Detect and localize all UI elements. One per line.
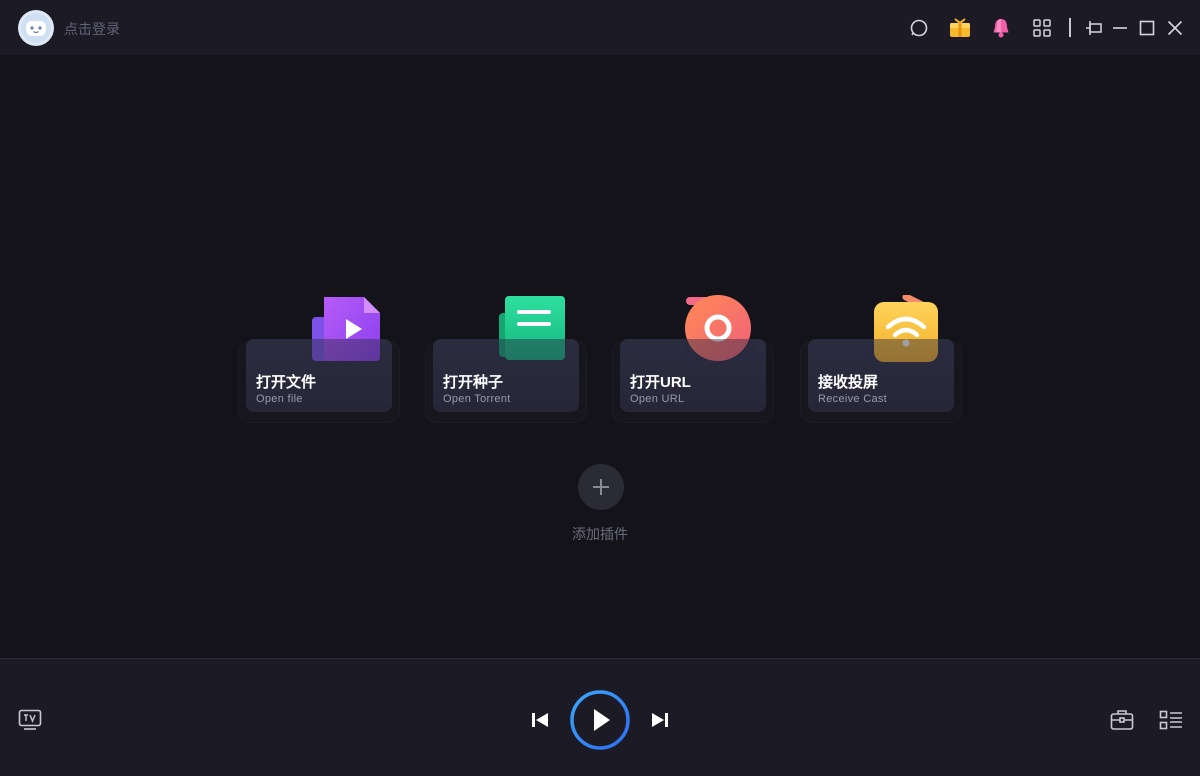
avatar[interactable] (18, 10, 54, 46)
player-bar (0, 658, 1200, 776)
card-subtitle: Open URL (630, 393, 685, 405)
title-divider (1069, 18, 1071, 37)
add-plugin-button[interactable] (578, 464, 624, 510)
apps-grid-icon[interactable] (1028, 14, 1056, 42)
card-title: 打开URL (630, 374, 691, 391)
card-subtitle: Receive Cast (818, 393, 888, 405)
bell-icon[interactable] (987, 14, 1015, 42)
toolbox-icon[interactable] (1109, 708, 1135, 732)
card-title: 打开文件 (256, 374, 317, 391)
pin-icon[interactable] (1080, 14, 1108, 42)
card-subtitle: Open Torrent (443, 393, 511, 405)
add-plugin-label: 添加插件 (572, 526, 628, 542)
login-link[interactable]: 点击登录 (64, 19, 120, 39)
next-icon[interactable] (648, 709, 672, 731)
tv-icon[interactable] (17, 708, 43, 732)
minimize-icon[interactable] (1106, 14, 1134, 42)
cast-wifi-icon (870, 293, 942, 365)
torrent-doc-icon (497, 295, 569, 365)
plus-icon (593, 479, 609, 495)
play-button[interactable] (570, 690, 630, 750)
search-icon[interactable] (905, 14, 933, 42)
video-file-icon (310, 295, 382, 365)
previous-icon[interactable] (528, 709, 552, 731)
card-title: 接收投屏 (818, 374, 879, 391)
gift-icon[interactable] (946, 14, 974, 42)
url-disc-icon (684, 295, 756, 365)
receive-cast-card[interactable]: 接收投屏 Receive Cast (800, 293, 962, 423)
playlist-icon[interactable] (1158, 708, 1184, 732)
card-title: 打开种子 (443, 374, 504, 391)
card-subtitle: Open file (256, 393, 303, 405)
open-file-card[interactable]: 打开文件 Open file (238, 295, 400, 423)
title-bar: 点击登录 (0, 0, 1200, 55)
main-area: 打开文件 Open file 打开种子 Open Torrent 打开URL O… (0, 55, 1200, 658)
open-url-card[interactable]: 打开URL Open URL (612, 295, 774, 423)
maximize-icon[interactable] (1133, 14, 1161, 42)
close-icon[interactable] (1161, 14, 1189, 42)
open-torrent-card[interactable]: 打开种子 Open Torrent (425, 295, 587, 423)
